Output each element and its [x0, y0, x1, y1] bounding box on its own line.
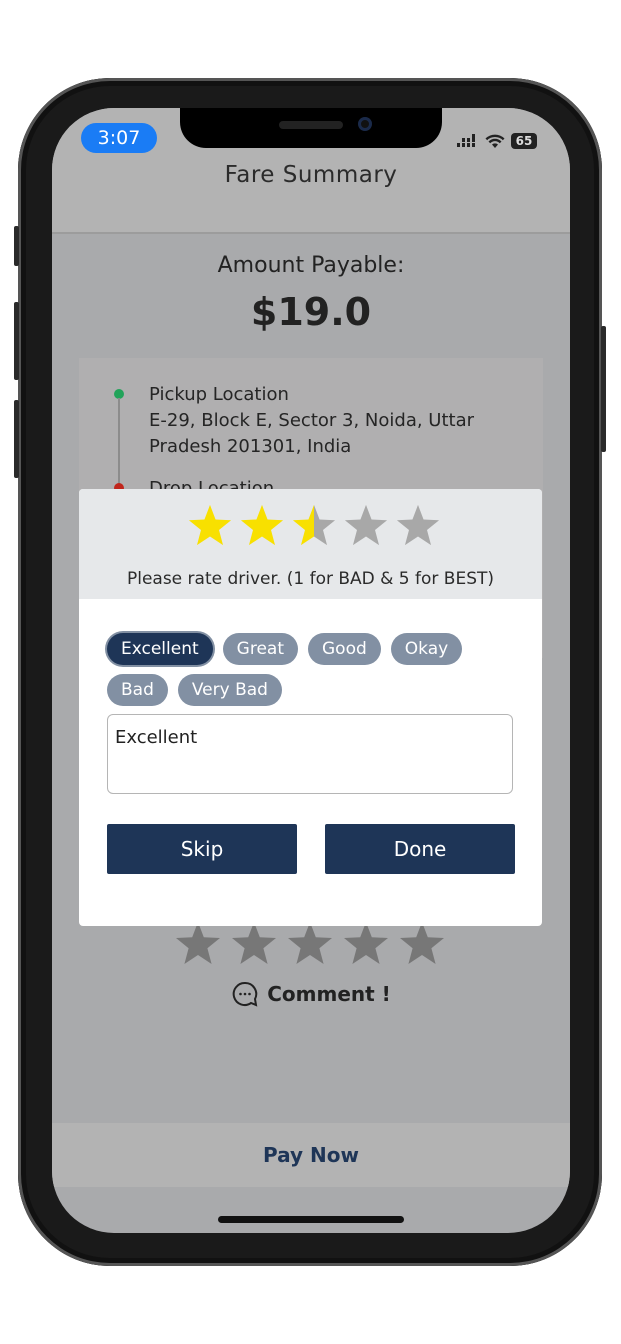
volume-down-button	[14, 400, 19, 478]
rating-dialog: Please rate driver. (1 for BAD & 5 for B…	[79, 489, 542, 926]
skip-button[interactable]: Skip	[107, 824, 297, 874]
pickup-address: E-29, Block E, Sector 3, Noida, Uttar Pr…	[149, 410, 475, 457]
signal-icon	[457, 134, 475, 147]
page-title: Fare Summary	[224, 162, 398, 188]
star-icon[interactable]	[286, 920, 334, 968]
comment-input[interactable]: Excellent	[107, 714, 513, 794]
pickup-label: Pickup Location	[149, 384, 289, 405]
chip-great[interactable]: Great	[222, 633, 298, 665]
mute-switch	[14, 226, 19, 266]
wifi-icon	[485, 134, 505, 148]
background-rating-stars[interactable]	[174, 920, 446, 968]
chip-okay[interactable]: Okay	[390, 633, 463, 665]
rating-header: Please rate driver. (1 for BAD & 5 for B…	[79, 489, 542, 599]
speaker	[279, 121, 343, 129]
feedback-chips: Excellent Great Good Okay Bad Very Bad	[107, 633, 517, 706]
pay-now-label: Pay Now	[263, 1143, 359, 1167]
notch	[180, 108, 442, 148]
chip-very-bad[interactable]: Very Bad	[177, 674, 282, 706]
amount-label: Amount Payable:	[217, 253, 405, 278]
chip-bad[interactable]: Bad	[107, 674, 168, 706]
star-icon[interactable]	[343, 503, 389, 549]
star-icon[interactable]	[291, 503, 337, 549]
star-icon[interactable]	[342, 920, 390, 968]
comment-label: Comment !	[267, 982, 391, 1006]
star-icon[interactable]	[395, 503, 441, 549]
route-line	[118, 398, 120, 488]
volume-up-button	[14, 302, 19, 380]
pay-now-button[interactable]: Pay Now	[52, 1123, 570, 1187]
driver-rating-stars[interactable]	[187, 503, 441, 549]
power-button	[601, 326, 606, 452]
amount-value: $19.0	[250, 290, 372, 334]
status-icons: 65	[457, 130, 537, 152]
chip-excellent[interactable]: Excellent	[107, 633, 213, 665]
home-indicator[interactable]	[218, 1216, 404, 1223]
star-icon[interactable]	[398, 920, 446, 968]
star-icon[interactable]	[187, 503, 233, 549]
rating-hint: Please rate driver. (1 for BAD & 5 for B…	[126, 569, 495, 589]
comment-link[interactable]: Comment !	[52, 980, 570, 1008]
chat-bubble-icon	[232, 981, 258, 1007]
chip-good[interactable]: Good	[308, 633, 381, 665]
star-icon[interactable]	[174, 920, 222, 968]
star-icon[interactable]	[230, 920, 278, 968]
star-icon[interactable]	[239, 503, 285, 549]
battery-icon: 65	[511, 133, 537, 149]
done-button[interactable]: Done	[325, 824, 515, 874]
status-time: 3:07	[81, 123, 157, 153]
camera	[358, 117, 372, 131]
